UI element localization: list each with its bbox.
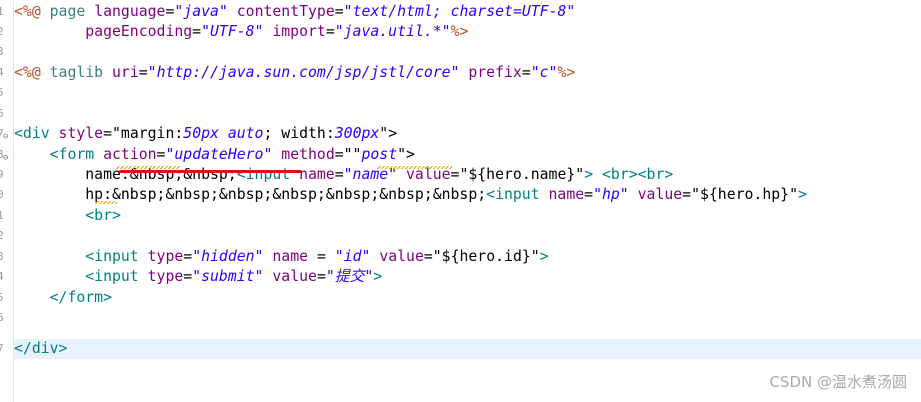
code-line-17-current: </div> [14, 339, 921, 360]
line-number: 3 [0, 42, 13, 62]
line-number-gutter: 1 2 3 4 5 6 7 8 9 0 1 2 3 4 5 6 7 ⊖ ⊖ [0, 0, 14, 402]
fold-toggle-icon[interactable]: ⊖ [3, 133, 12, 142]
line-number: 0 [0, 185, 13, 205]
spelling-squiggle [116, 166, 180, 169]
line-number: 2 [0, 226, 13, 246]
spelling-squiggle [377, 166, 452, 169]
line-number: 3 [0, 247, 13, 267]
code-line-14: <input type="submit" value="提交"> [14, 268, 383, 285]
code-line-1: <%@ page language="java" contentType="te… [14, 3, 576, 20]
code-line-13: <input type="hidden" name = "id" value="… [14, 248, 549, 265]
code-area[interactable]: <%@ page language="java" contentType="te… [14, 0, 921, 402]
line-number: 1 [0, 2, 13, 22]
line-number: 4 [0, 63, 13, 83]
line-number: 6 [0, 308, 13, 328]
fold-toggle-icon[interactable]: ⊖ [3, 154, 12, 163]
spelling-squiggle [95, 201, 117, 204]
line-number: 9 [0, 165, 13, 185]
line-number: 7 [0, 339, 13, 359]
line-number: 4 [0, 267, 13, 287]
line-number: 5 [0, 288, 13, 308]
code-line-10: hp:&nbsp;&nbsp;&nbsp;&nbsp;&nbsp;&nbsp;&… [14, 186, 807, 203]
code-line-7: <div style="margin:50px auto; width:300p… [14, 125, 398, 142]
code-editor[interactable]: 1 2 3 4 5 6 7 8 9 0 1 2 3 4 5 6 7 ⊖ ⊖ <%… [0, 0, 921, 402]
code-line-8: <form action="updateHero" method=""post"… [14, 146, 415, 163]
code-line-11: <br> [14, 207, 121, 224]
watermark: CSDN @温水煮汤圆 [769, 373, 907, 391]
annotation-underline [119, 170, 302, 173]
line-number: 2 [0, 22, 13, 42]
line-number: 5 [0, 83, 13, 103]
code-line-4: <%@ taglib uri="http://java.sun.com/jsp/… [14, 64, 576, 81]
code-line-15: </form> [14, 289, 112, 306]
code-line-2: pageEncoding="UTF-8" import="java.util.*… [14, 23, 469, 40]
line-number: 1 [0, 206, 13, 226]
line-number: 6 [0, 104, 13, 124]
